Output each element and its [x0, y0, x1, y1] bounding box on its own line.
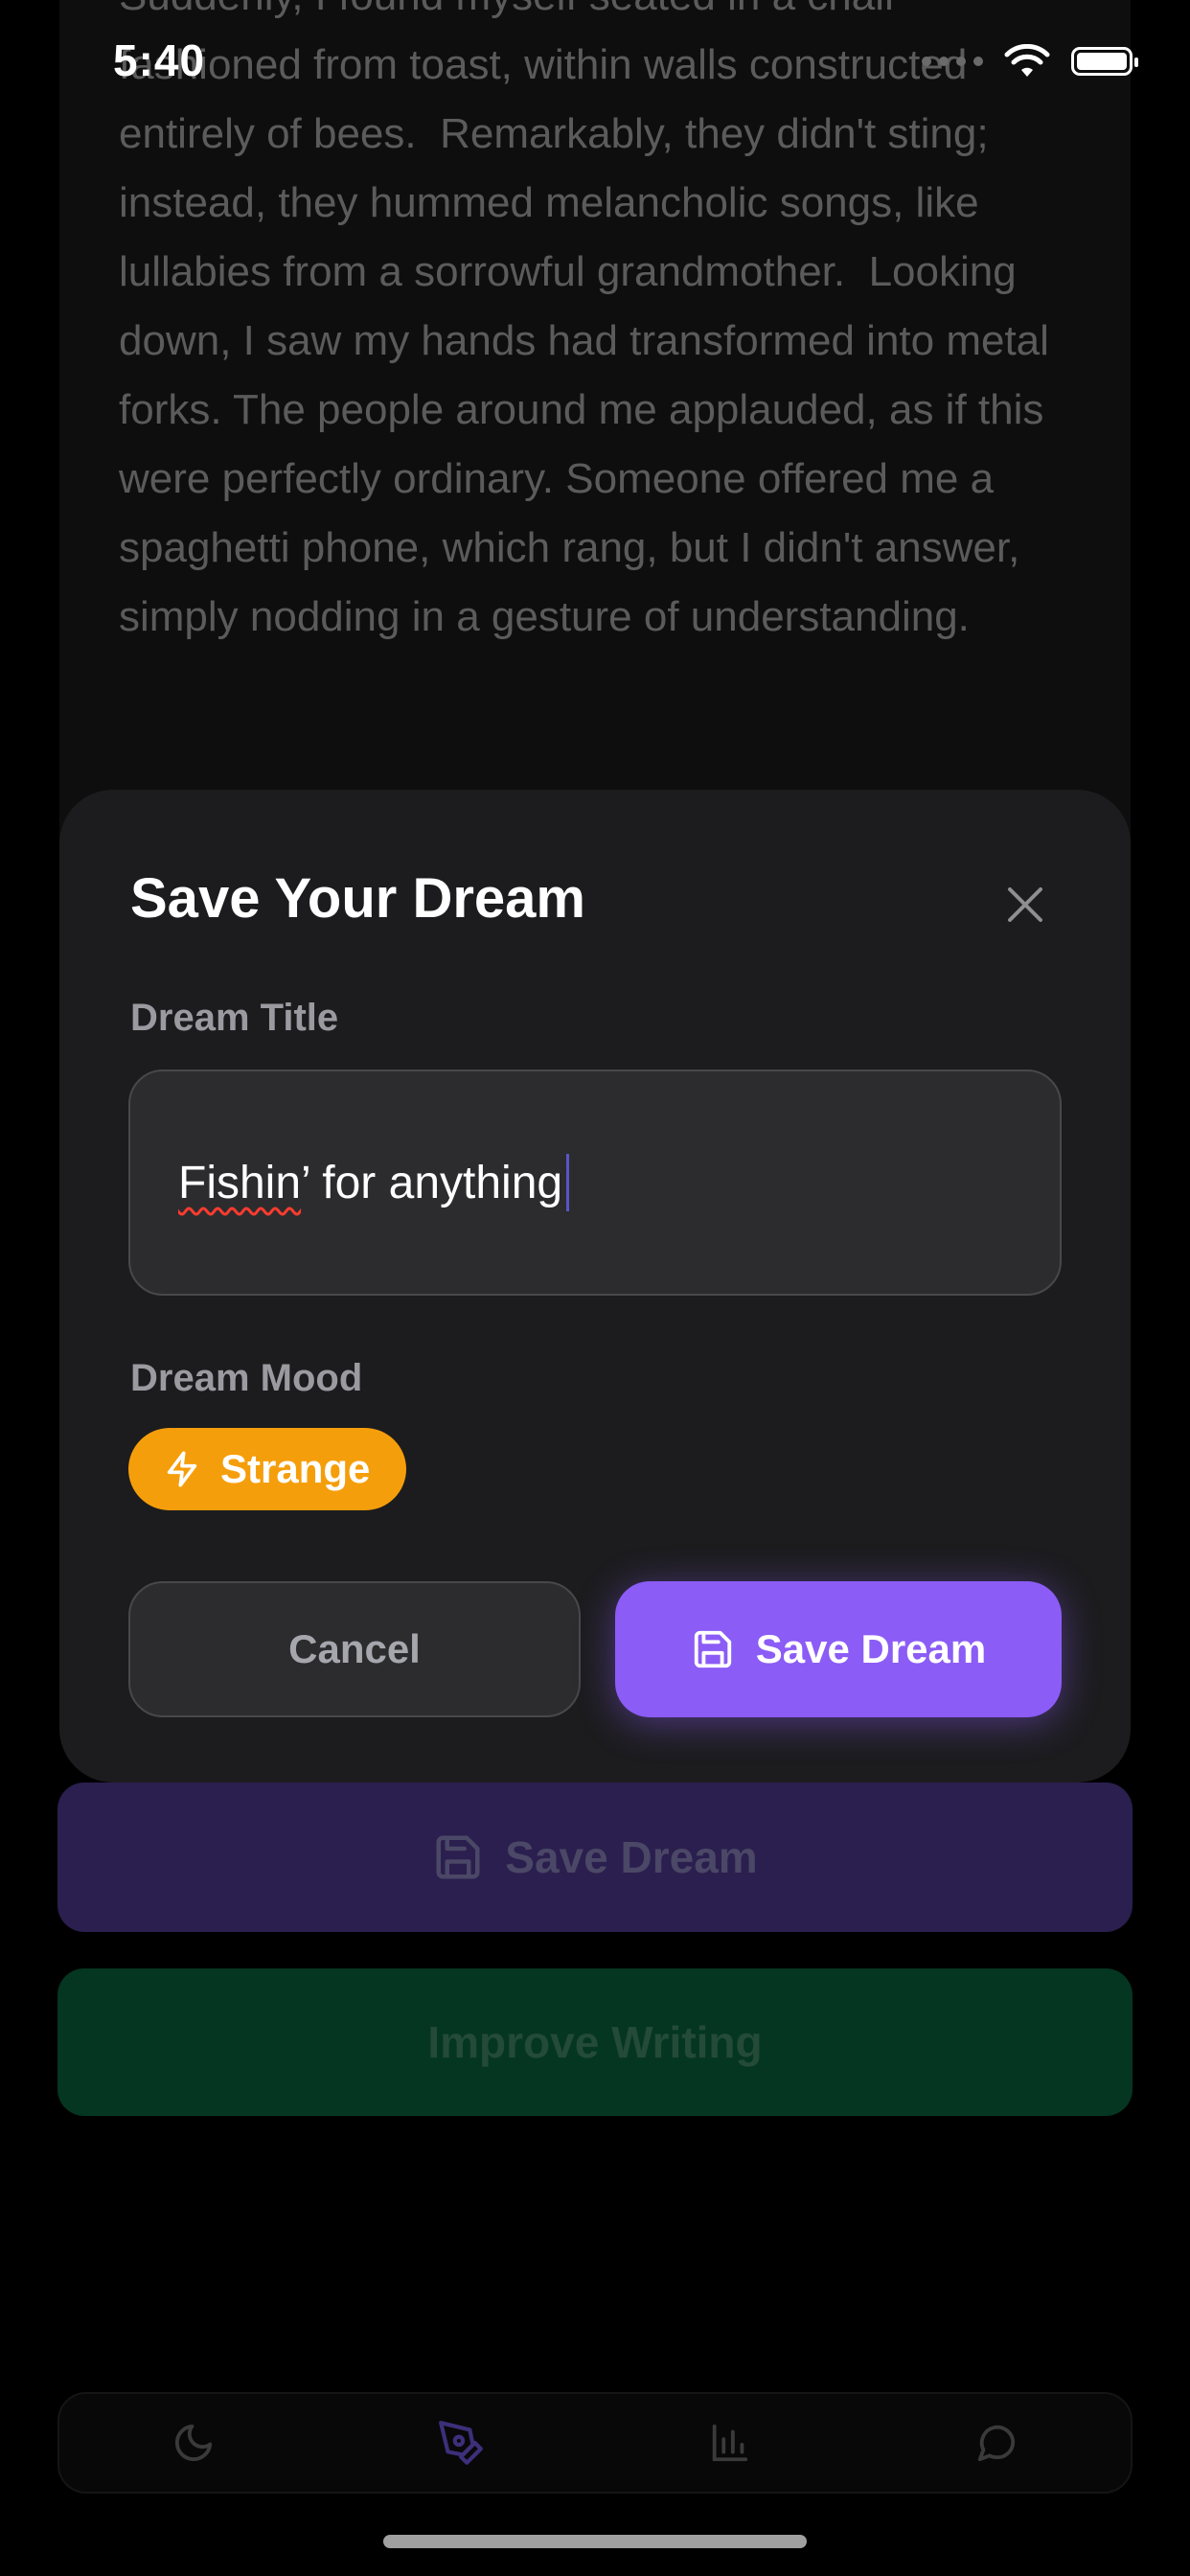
save-icon	[436, 1835, 480, 1879]
wifi-icon	[1004, 44, 1050, 77]
tab-journal[interactable]	[165, 2414, 222, 2472]
status-bar: 5:40	[0, 0, 1190, 134]
modal-title: Save Your Dream	[130, 867, 585, 930]
bar-chart-icon	[712, 2424, 747, 2462]
status-time: 5:40	[113, 35, 206, 85]
battery-icon	[1071, 47, 1138, 76]
improve-writing-label: Improve Writing	[427, 2017, 763, 2067]
tab-chat[interactable]	[968, 2414, 1025, 2472]
save-dream-label: Save Dream	[755, 1626, 987, 1671]
text-caret	[566, 1154, 570, 1211]
signal-icon	[922, 57, 983, 66]
cancel-label: Cancel	[288, 1626, 421, 1671]
save-dream-label-background: Save Dream	[505, 1832, 758, 1882]
improve-writing-button[interactable]: Improve Writing	[57, 1968, 1133, 2116]
save-dream-button[interactable]: Save Dream	[615, 1581, 1062, 1717]
dream-title-label: Dream Title	[130, 997, 339, 1039]
moon-icon	[174, 2424, 212, 2462]
dream-title-input[interactable]: Fishin’ for anything	[128, 1070, 1062, 1296]
tab-insights[interactable]	[700, 2414, 758, 2472]
mood-chip-label: Strange	[220, 1446, 371, 1491]
chat-bubble-icon	[978, 2425, 1016, 2462]
dream-title-misspelled-word: Fishin	[178, 1157, 302, 1208]
pen-icon	[439, 2421, 484, 2465]
dream-mood-label: Dream Mood	[130, 1357, 363, 1399]
save-dream-modal: Save Your Dream Dream Title Fishin’ for …	[59, 790, 1131, 1782]
cancel-button[interactable]: Cancel	[128, 1581, 581, 1717]
tab-write[interactable]	[432, 2414, 490, 2472]
save-icon	[694, 1630, 731, 1668]
home-indicator[interactable]	[383, 2535, 807, 2548]
mood-chip-strange[interactable]: Strange	[128, 1428, 407, 1510]
tab-bar	[57, 2392, 1133, 2494]
close-icon[interactable]	[1002, 882, 1048, 928]
save-dream-button-background[interactable]: Save Dream	[57, 1782, 1133, 1932]
status-icons	[922, 44, 1138, 79]
dream-title-value: ’ for anything	[301, 1157, 563, 1208]
lightning-icon	[167, 1451, 197, 1487]
